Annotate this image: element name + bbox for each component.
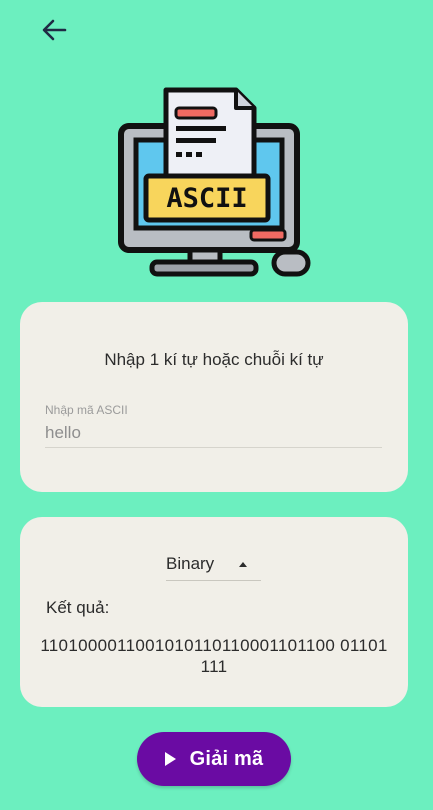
back-button[interactable]: [36, 14, 72, 46]
play-icon: [164, 752, 176, 766]
decode-button-label: Giải mã: [189, 747, 264, 770]
arrow-left-icon: [42, 19, 67, 41]
result-card: Binary Kết quả: 110100001100101011011000…: [20, 517, 408, 707]
caret-up-icon: [239, 561, 247, 567]
result-value: 1101000011001010110110001101100 01101111: [40, 636, 388, 676]
ascii-computer-icon: ASCII: [118, 87, 311, 277]
ascii-field-label: Nhập mã ASCII: [45, 403, 128, 417]
format-select[interactable]: Binary: [166, 548, 261, 581]
format-select-value: Binary: [166, 554, 215, 573]
ascii-badge-text: ASCII: [166, 183, 247, 214]
ascii-input-field[interactable]: [45, 419, 382, 448]
input-prompt: Nhập 1 kí tự hoặc chuỗi kí tự: [104, 350, 324, 369]
decode-button[interactable]: Giải mã: [137, 732, 291, 786]
result-label: Kết quả:: [46, 598, 110, 617]
input-card: Nhập 1 kí tự hoặc chuỗi kí tự Nhập mã AS…: [20, 302, 408, 492]
ascii-computer-illustration: ASCII: [112, 86, 317, 281]
